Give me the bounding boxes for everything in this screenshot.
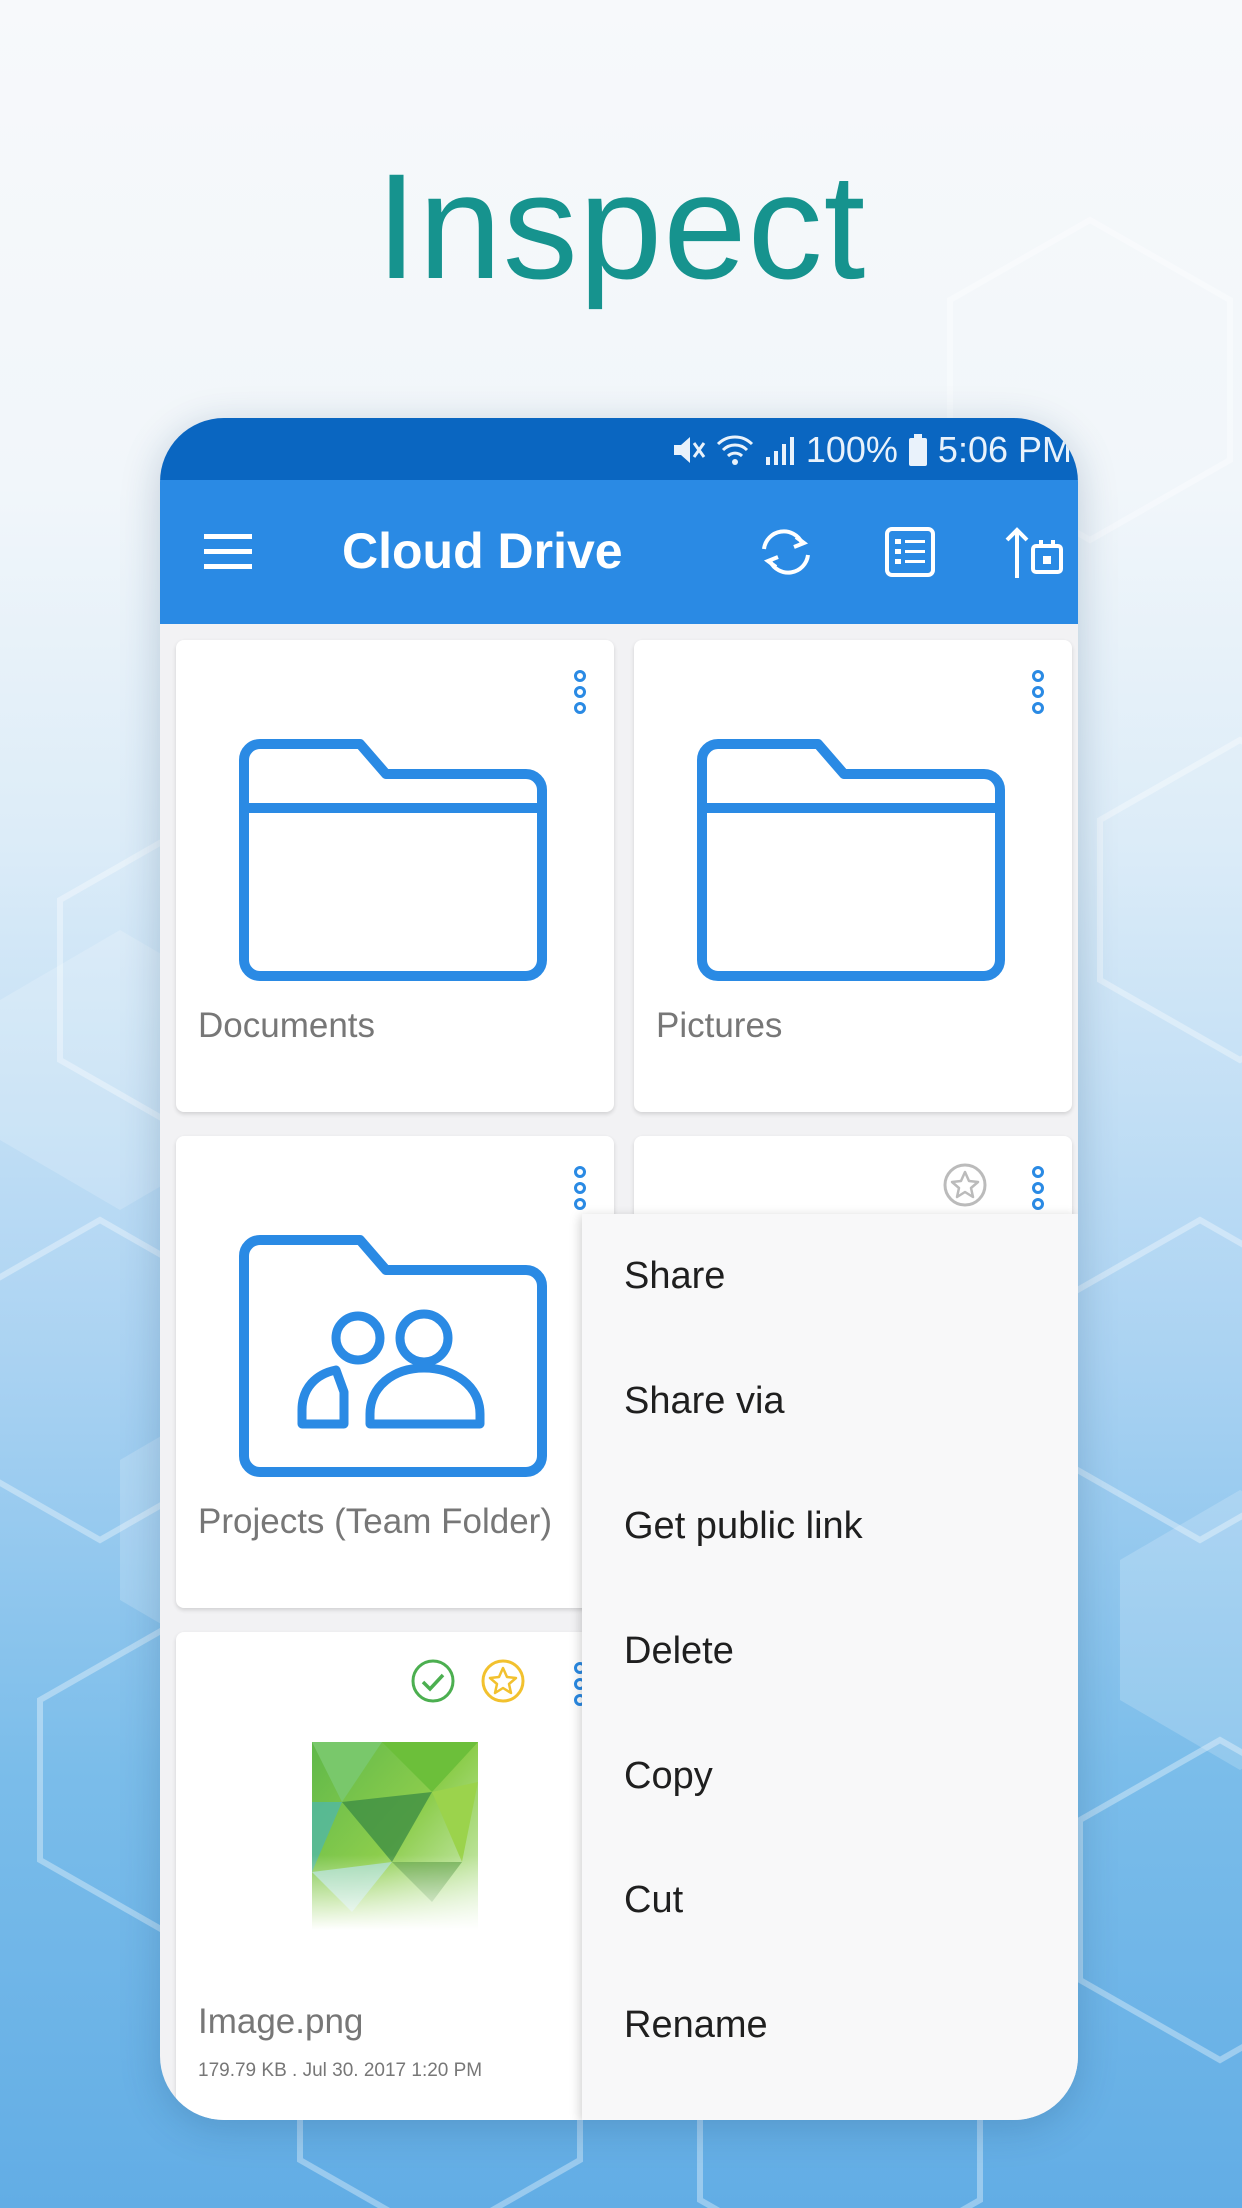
menu-item-rename[interactable]: Rename xyxy=(582,1963,1078,2087)
menu-icon xyxy=(204,534,252,569)
folder-name: Projects (Team Folder) xyxy=(198,1502,552,1541)
menu-item-delete[interactable]: Delete xyxy=(582,1589,1078,1713)
folder-card-documents[interactable]: Documents xyxy=(176,640,614,1112)
image-thumbnail xyxy=(312,1742,478,1930)
list-view-button[interactable] xyxy=(874,516,946,588)
headline: Inspect xyxy=(375,142,867,310)
signal-icon xyxy=(764,435,796,465)
battery-icon xyxy=(908,434,928,466)
folder-icon xyxy=(697,739,1005,981)
file-name: Image.png xyxy=(198,2002,364,2041)
folder-icon xyxy=(239,739,547,981)
status-icons: 100% 5:06 PM xyxy=(670,428,1072,472)
sync-icon xyxy=(762,529,810,575)
clock: 5:06 PM xyxy=(937,429,1072,470)
wifi-icon xyxy=(716,434,754,466)
battery-percent: 100% xyxy=(805,429,898,470)
team-folder-icon xyxy=(239,1235,547,1477)
phone-screen: 100% 5:06 PM Cloud Drive Documents Pictu… xyxy=(160,418,1078,2120)
mute-icon xyxy=(670,433,706,467)
more-options-button[interactable] xyxy=(1020,662,1056,722)
upload-icon xyxy=(1005,527,1063,578)
more-options-button[interactable] xyxy=(562,662,598,722)
context-menu: Share Share via Get public link Delete C… xyxy=(582,1214,1078,2120)
app-toolbar: Cloud Drive xyxy=(160,480,1078,624)
status-bar: 100% 5:06 PM xyxy=(160,418,1078,480)
folder-name: Pictures xyxy=(656,1006,783,1045)
synced-check-icon xyxy=(410,1658,456,1709)
menu-item-share-via[interactable]: Share via xyxy=(582,1339,1078,1463)
more-options-button[interactable] xyxy=(562,1158,598,1218)
file-card-image[interactable]: Image.png 179.79 KB . Jul 30. 2017 1:20 … xyxy=(176,1632,614,2120)
folder-card-pictures[interactable]: Pictures xyxy=(634,640,1072,1112)
star-outline-icon[interactable] xyxy=(942,1162,988,1213)
folder-card-projects[interactable]: Projects (Team Folder) xyxy=(176,1136,614,1608)
more-options-button[interactable] xyxy=(1020,1158,1056,1218)
app-title: Cloud Drive xyxy=(342,523,623,579)
menu-item-get-public-link[interactable]: Get public link xyxy=(582,1464,1078,1588)
file-meta: 179.79 KB . Jul 30. 2017 1:20 PM xyxy=(198,2060,483,2081)
list-view-icon xyxy=(885,527,935,577)
menu-item-copy[interactable]: Copy xyxy=(582,1714,1078,1838)
folder-name: Documents xyxy=(198,1006,376,1045)
star-filled-icon[interactable] xyxy=(480,1658,526,1709)
menu-button[interactable] xyxy=(200,524,256,580)
sync-button[interactable] xyxy=(750,516,822,588)
menu-item-share[interactable]: Share xyxy=(582,1214,1078,1338)
upload-button[interactable] xyxy=(998,516,1070,588)
menu-item-cut[interactable]: Cut xyxy=(582,1838,1078,1962)
